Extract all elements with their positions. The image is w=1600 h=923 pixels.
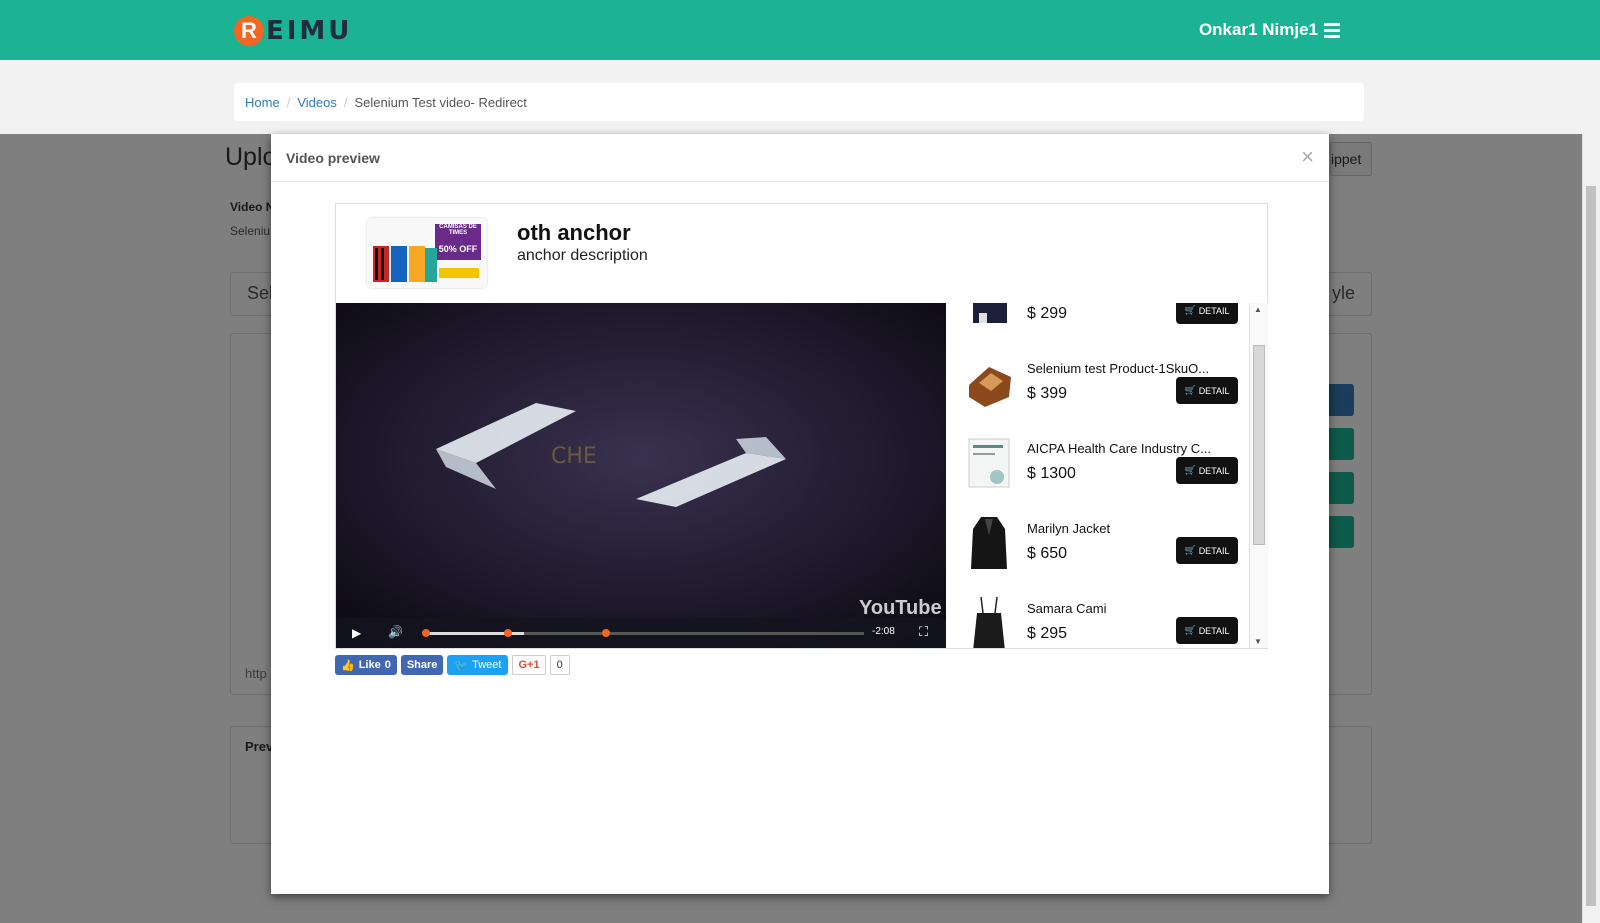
google-plus-button[interactable]: G+1 [512, 655, 546, 675]
product-name: AICPA Health Care Industry C... [1027, 441, 1211, 456]
product-item[interactable]: Marilyn Jacket $ 650 🛒 DETAIL [947, 503, 1249, 584]
detail-button[interactable]: 🛒 DETAIL [1176, 537, 1238, 564]
product-list-scrollbar[interactable]: ▲ ▼ [1249, 303, 1268, 648]
product-item[interactable]: Samara Cami $ 295 🛒 DETAIL [947, 583, 1249, 648]
cart-icon: 🛒 [1184, 625, 1196, 635]
product-price: $ 299 [1027, 305, 1068, 322]
anchor-description: anchor description [517, 247, 648, 264]
detail-button[interactable]: 🛒 DETAIL [1176, 457, 1238, 484]
detail-button[interactable]: 🛒 DETAIL [1176, 303, 1238, 324]
top-navbar: R EIMU Onkar1 Nimje1 [0, 0, 1600, 60]
progress-marker[interactable] [504, 629, 512, 637]
breadcrumb-videos[interactable]: Videos [297, 95, 337, 110]
detail-button[interactable]: 🛒 DETAIL [1176, 377, 1238, 404]
breadcrumb: Home / Videos / Selenium Test video- Red… [234, 83, 1364, 121]
svg-text:CHE: CHE [551, 444, 597, 469]
logo-badge: R [234, 16, 264, 46]
facebook-like-button[interactable]: 👍 Like 0 [335, 655, 397, 675]
breadcrumb-separator: / [343, 94, 348, 110]
product-name: Marilyn Jacket [1027, 521, 1111, 536]
product-price: $ 1300 [1027, 465, 1076, 482]
scrollbar-thumb[interactable] [1253, 345, 1265, 545]
product-thumbnail [971, 517, 1007, 569]
product-thumbnail [973, 303, 1007, 323]
progress-marker[interactable] [422, 629, 430, 637]
breadcrumb-current: Selenium Test video- Redirect [354, 94, 527, 110]
page-scrollbar[interactable] [1582, 134, 1600, 923]
tweet-label: Tweet [472, 659, 502, 671]
progress-bar[interactable] [422, 629, 864, 637]
video-controls: ▶ 🔊 -2:08 ⛶ [336, 618, 946, 648]
scrollbar-thumb[interactable] [1586, 186, 1596, 906]
product-thumbnail [968, 438, 1010, 488]
product-item[interactable]: $ 299 🛒 DETAIL [947, 303, 1249, 344]
cart-icon: 🛒 [1184, 385, 1196, 395]
user-name: Onkar1 Nimje1 [1198, 20, 1318, 39]
product-price: $ 650 [1027, 545, 1068, 562]
cart-icon: 🛒 [1184, 545, 1196, 555]
youtube-logo[interactable]: YouTube [859, 597, 942, 620]
scroll-down-icon[interactable]: ▼ [1254, 637, 1262, 646]
user-menu[interactable]: Onkar1 Nimje1 [1199, 20, 1340, 40]
volume-icon[interactable]: 🔊 [388, 625, 403, 639]
time-remaining: -2:08 [872, 626, 895, 637]
product-list: $ 299 🛒 DETAIL Selenium test Product-1Sku… [947, 303, 1249, 648]
brand-logo[interactable]: R EIMU [234, 15, 352, 47]
anchor-header: CAMISAS DE TIMES 50% OFF oth anchor anch… [336, 204, 1267, 303]
anchor-title: oth anchor [517, 220, 631, 245]
hamburger-icon[interactable] [1324, 22, 1340, 38]
anchor-image[interactable]: CAMISAS DE TIMES 50% OFF [367, 218, 487, 288]
progress-marker[interactable] [602, 629, 610, 637]
logo-text: EIMU [266, 16, 353, 46]
video-player-widget: CAMISAS DE TIMES 50% OFF oth anchor anch… [335, 203, 1268, 649]
like-count: 0 [384, 659, 391, 671]
breadcrumb-home[interactable]: Home [245, 95, 280, 110]
share-label: Share [406, 659, 438, 671]
cart-icon: 🛒 [1184, 305, 1196, 315]
video-preview-modal: Video preview × CAMISAS DE TIMES 50% OFF [271, 134, 1329, 894]
gplus-count: 0 [549, 655, 570, 675]
cart-icon: 🛒 [1184, 465, 1196, 475]
video-frame[interactable]: CHE YouTube ▶ 🔊 -2:08 ⛶ [336, 303, 946, 648]
facebook-share-button[interactable]: Share [400, 655, 444, 675]
ad-line-2: 50% OFF [438, 244, 478, 254]
detail-button[interactable]: 🛒 DETAIL [1176, 617, 1238, 644]
modal-title: Video preview [286, 149, 380, 166]
gplus-label: G+1 [518, 659, 540, 671]
product-price: $ 295 [1027, 625, 1068, 642]
twitter-icon: 🐦 [454, 659, 469, 672]
product-thumbnail [969, 367, 1011, 407]
scroll-up-icon[interactable]: ▲ [1254, 305, 1262, 314]
tweet-button[interactable]: 🐦 Tweet [447, 655, 509, 675]
product-name: Samara Cami [1027, 601, 1107, 616]
like-label: Like [358, 659, 381, 671]
product-thumbnail [973, 596, 1005, 648]
thumbs-up-icon: 👍 [341, 659, 355, 672]
social-buttons: 👍 Like 0 Share 🐦 Tweet G+1 0 [335, 655, 570, 675]
modal-header: Video preview × [271, 134, 1329, 182]
fullscreen-icon[interactable]: ⛶ [919, 624, 928, 640]
ad-line-1: CAMISAS DE TIMES [439, 224, 477, 236]
product-name: Selenium test Product-1SkuO... [1027, 361, 1210, 376]
close-icon[interactable]: × [1301, 144, 1314, 170]
product-item[interactable]: Selenium test Product-1SkuO... $ 399 🛒 DE… [947, 343, 1249, 424]
product-item[interactable]: AICPA Health Care Industry C... $ 1300 🛒… [947, 423, 1249, 504]
breadcrumb-separator: / [286, 94, 291, 110]
product-price: $ 399 [1027, 385, 1068, 402]
play-icon[interactable]: ▶ [352, 626, 361, 640]
